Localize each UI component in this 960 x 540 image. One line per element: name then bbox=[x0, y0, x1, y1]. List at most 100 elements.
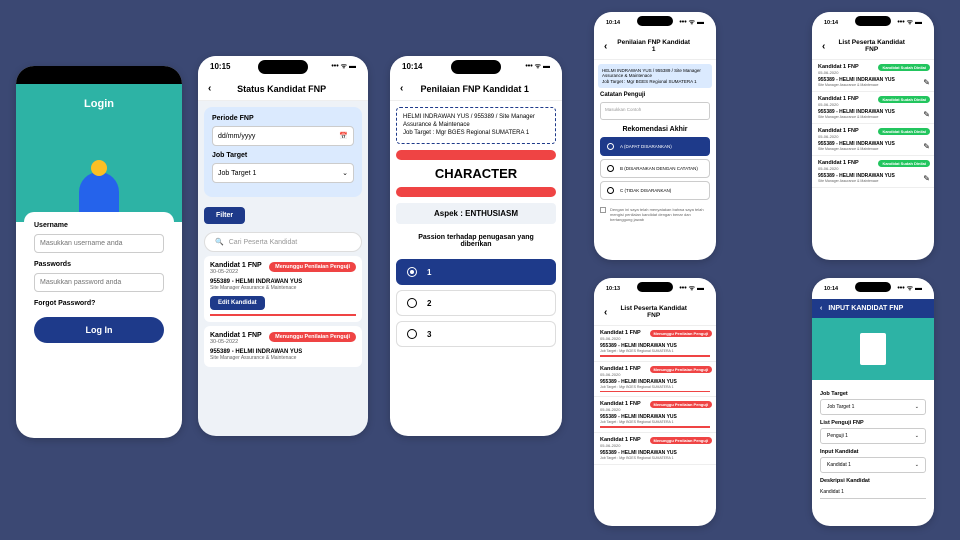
rec-option-c[interactable]: C (TIDAK DISARANKAN) bbox=[600, 181, 710, 200]
list-item[interactable]: Kandidat 1 FNP05-06-2020Menunggu Penilai… bbox=[594, 397, 716, 433]
time: 10:14 bbox=[606, 20, 620, 26]
back-icon[interactable]: ‹ bbox=[208, 83, 211, 94]
assessment-screen: 10:14••• ᯤ ▬ ‹ Penilaian FNP Kandidat 1 … bbox=[390, 56, 562, 436]
username-label: Username bbox=[34, 222, 164, 229]
candidate-info: HELMI INDRAWAN YUS / 955389 / Site Manag… bbox=[396, 107, 556, 144]
status-badge: Menunggu Penilaian Penguji bbox=[650, 366, 712, 373]
recommendation-screen: 10:14••• ᯤ ▬ ‹ Penilaian FNP Kandidat 1 … bbox=[594, 12, 716, 260]
page-title: Status Kandidat FNP bbox=[219, 84, 344, 94]
question: Passion terhadap penugasan yang diberika… bbox=[390, 228, 562, 254]
input-header: ‹ INPUT KANDIDAT FNP bbox=[812, 299, 934, 318]
time: 10:14 bbox=[824, 20, 838, 26]
password-input[interactable] bbox=[34, 273, 164, 292]
edit-icon[interactable]: ✎ bbox=[923, 142, 930, 151]
rec-option-b[interactable]: B (DISARANKAN DENGAN CATATAN) bbox=[600, 159, 710, 178]
option-1[interactable]: 1 bbox=[396, 259, 556, 285]
status-badge: Kandidat Sudah Dinilai bbox=[878, 64, 930, 71]
input-form: Job Target Job Target 1⌄ List Penguji FN… bbox=[812, 380, 934, 505]
kandidat-label: Input Kandidat bbox=[820, 449, 926, 455]
checkbox-icon bbox=[600, 207, 606, 213]
list-item[interactable]: Kandidat 1 FNP05-06-2020Kandidat Sudah D… bbox=[812, 60, 934, 92]
option-3[interactable]: 3 bbox=[396, 321, 556, 347]
job-label: Job Target bbox=[820, 391, 926, 397]
job-select[interactable]: Job Target 1⌄ bbox=[820, 399, 926, 415]
rec-option-a[interactable]: A (DAPAT DISARANKAN) bbox=[600, 137, 710, 156]
login-card: Username Passwords Forgot Password? Log … bbox=[24, 212, 174, 353]
filter-card: Periode FNP dd/mm/yyyy📅 Job Target Job T… bbox=[204, 107, 362, 197]
list-item[interactable]: Kandidat 1 FNP05-06-2020Menunggu Penilai… bbox=[594, 362, 716, 398]
penguji-label: List Penguji FNP bbox=[820, 420, 926, 426]
back-icon[interactable]: ‹ bbox=[400, 83, 403, 94]
edit-icon[interactable]: ✎ bbox=[923, 110, 930, 119]
progress-bar bbox=[396, 150, 556, 160]
status-badge: Menunggu Penilaian Penguji bbox=[269, 332, 356, 342]
aspek-label: Aspek : ENTHUSIASM bbox=[396, 203, 556, 224]
status-badge: Menunggu Penilaian Penguji bbox=[650, 401, 712, 408]
list-item[interactable]: Kandidat 1 FNP05-06-2020Kandidat Sudah D… bbox=[812, 124, 934, 156]
page-title: INPUT KANDIDAT FNP bbox=[828, 305, 903, 312]
job-select[interactable]: Job Target 1⌄ bbox=[212, 163, 354, 183]
status-icons: ••• ᯤ ▬ bbox=[331, 62, 356, 71]
time: 10:14 bbox=[402, 62, 422, 71]
page-title: Penilaian FNP Kandidat 1 bbox=[411, 84, 538, 94]
page-title: Penilaian FNP Kandidat 1 bbox=[615, 39, 692, 53]
kandidat-select[interactable]: Kandidat 1⌄ bbox=[820, 457, 926, 473]
edit-icon[interactable]: ✎ bbox=[923, 174, 930, 183]
progress-bar bbox=[396, 187, 556, 197]
periode-input[interactable]: dd/mm/yyyy📅 bbox=[212, 126, 354, 146]
document-icon bbox=[860, 333, 886, 365]
radio-icon bbox=[607, 143, 614, 150]
chevron-down-icon: ⌄ bbox=[915, 404, 919, 410]
input-screen: 10:14••• ᯤ ▬ ‹ INPUT KANDIDAT FNP Job Ta… bbox=[812, 278, 934, 526]
back-icon[interactable]: ‹ bbox=[822, 41, 825, 52]
page-title: List Peserta Kandidat FNP bbox=[833, 39, 910, 53]
time: 10:13 bbox=[606, 286, 620, 292]
deskripsi-label: Deskripsi Kandidat bbox=[820, 478, 926, 484]
radio-icon bbox=[607, 187, 614, 194]
login-illustration bbox=[16, 132, 182, 222]
edit-button[interactable]: Edit Kandidat bbox=[210, 296, 265, 310]
back-icon[interactable]: ‹ bbox=[820, 305, 822, 312]
job-label: Job Target bbox=[212, 152, 354, 159]
edit-icon[interactable]: ✎ bbox=[923, 78, 930, 87]
login-screen: Login Username Passwords Forgot Password… bbox=[16, 66, 182, 438]
section-title: CHARACTER bbox=[390, 166, 562, 181]
penguji-select[interactable]: Penguji 1⌄ bbox=[820, 428, 926, 444]
list-item[interactable]: Kandidat 1 FNP05-06-2020Menunggu Penilai… bbox=[594, 326, 716, 362]
status-badge: Kandidat Sudah Dinilai bbox=[878, 160, 930, 167]
back-icon[interactable]: ‹ bbox=[604, 41, 607, 52]
status-badge: Menunggu Penilaian Penguji bbox=[269, 262, 356, 272]
status-screen: 10:15••• ᯤ ▬ ‹ Status Kandidat FNP Perio… bbox=[198, 56, 368, 436]
list-item[interactable]: Kandidat 1 FNP05-06-2020Kandidat Sudah D… bbox=[812, 92, 934, 124]
username-input[interactable] bbox=[34, 234, 164, 253]
filter-button[interactable]: Filter bbox=[204, 207, 245, 224]
status-badge: Kandidat Sudah Dinilai bbox=[878, 96, 930, 103]
rekom-header: Rekomendasi Akhir bbox=[594, 126, 716, 133]
option-2[interactable]: 2 bbox=[396, 290, 556, 316]
candidate-item[interactable]: Kandidat 1 FNP 30-05-2022 Menunggu Penil… bbox=[204, 326, 362, 367]
radio-icon bbox=[607, 165, 614, 172]
deskripsi-input[interactable]: Kandidat 1 bbox=[820, 486, 926, 499]
search-input[interactable]: 🔍Cari Peserta Kandidat bbox=[204, 232, 362, 252]
login-title: Login bbox=[16, 84, 182, 110]
input-hero bbox=[812, 318, 934, 380]
back-icon[interactable]: ‹ bbox=[604, 307, 607, 318]
list-item[interactable]: Kandidat 1 FNP05-06-2020Kandidat Sudah D… bbox=[812, 156, 934, 188]
catatan-label: Catatan Penguji bbox=[600, 92, 710, 98]
catatan-input[interactable]: Masukkan Contoh bbox=[600, 102, 710, 120]
calendar-icon: 📅 bbox=[339, 132, 348, 140]
password-label: Passwords bbox=[34, 261, 164, 268]
login-button[interactable]: Log In bbox=[34, 317, 164, 343]
forgot-password-link[interactable]: Forgot Password? bbox=[34, 300, 164, 307]
status-badge: Menunggu Penilaian Penguji bbox=[650, 437, 712, 444]
time: 10:14 bbox=[824, 286, 838, 292]
radio-icon bbox=[407, 298, 417, 308]
topbar bbox=[16, 66, 182, 84]
login-hero: Login bbox=[16, 84, 182, 222]
page-title: List Peserta Kandidat FNP bbox=[615, 305, 692, 319]
status-badge: Menunggu Penilaian Penguji bbox=[650, 330, 712, 337]
agree-checkbox[interactable]: Dengan ini saya telah menyatakan bahwa s… bbox=[594, 203, 716, 226]
candidate-item[interactable]: Kandidat 1 FNP 30-05-2022 Menunggu Penil… bbox=[204, 256, 362, 322]
list-item[interactable]: Kandidat 1 FNP05-06-2020Menunggu Penilai… bbox=[594, 433, 716, 465]
list-pending-screen: 10:13••• ᯤ ▬ ‹ List Peserta Kandidat FNP… bbox=[594, 278, 716, 526]
